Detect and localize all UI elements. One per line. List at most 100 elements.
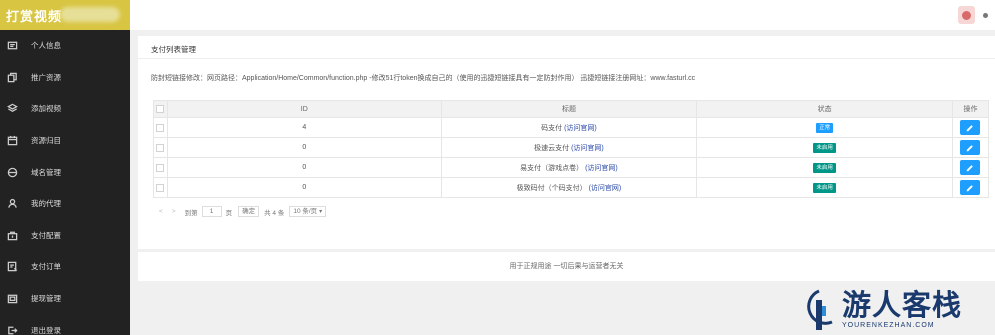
next-page-button[interactable]: > — [172, 208, 176, 215]
copy-icon — [6, 71, 18, 83]
sidebar-item[interactable]: 退出登录 — [0, 314, 130, 335]
per-page-select[interactable]: 10 条/页 ▾ — [289, 206, 327, 217]
row-status: 正常 — [696, 117, 953, 138]
official-site-link[interactable]: (访问官网) — [571, 145, 604, 152]
official-site-link[interactable]: (访问官网) — [564, 125, 597, 132]
sidebar-item-label: 提现管理 — [31, 294, 61, 304]
sidebar-item-label: 个人信息 — [31, 41, 61, 51]
table-row: 0 极致码付（个码支付） (访问官网) 未启用 — [153, 177, 990, 198]
row-id: 0 — [166, 137, 442, 158]
sidebar-item-label: 退出登录 — [31, 325, 61, 335]
payment-name: 极速云支付 — [534, 144, 570, 152]
sidebar-item[interactable]: 支付配置 — [0, 220, 130, 252]
total-count: 共 4 条 — [264, 209, 285, 217]
sidebar-item[interactable]: 域名管理 — [0, 156, 130, 188]
edit-button[interactable] — [960, 120, 981, 135]
goto-confirm-button[interactable]: 确定 — [238, 206, 260, 217]
sidebar-item[interactable]: 资源归目 — [0, 125, 130, 157]
id-card-icon — [6, 40, 18, 52]
sidebar-item-label: 域名管理 — [31, 167, 61, 177]
sidebar-item[interactable]: 个人信息 — [0, 30, 130, 62]
prev-page-button[interactable]: < — [159, 208, 163, 215]
row-checkbox[interactable] — [153, 117, 168, 138]
pencil-icon — [967, 164, 974, 171]
sidebar-item[interactable]: 支付订单 — [0, 251, 130, 283]
sidebar-item-label: 我的代理 — [31, 199, 61, 209]
globe-icon — [6, 166, 18, 178]
official-site-link[interactable]: (访问官网) — [585, 165, 618, 172]
row-id: 4 — [166, 117, 442, 138]
row-checkbox[interactable] — [153, 177, 168, 198]
sidebar-menu: 个人信息推广资源添加视频资源归目域名管理我的代理支付配置支付订单提现管理退出登录 — [0, 30, 130, 335]
layers-icon — [6, 103, 18, 115]
row-actions — [951, 177, 990, 198]
user-icon — [6, 198, 18, 210]
column-header-status[interactable]: 状态 — [696, 100, 953, 118]
avatar[interactable] — [958, 6, 975, 24]
payment-table: ID 标题 状态 操作 4 码支付 (访问官网) 正常 0 极速云支付 (访问官网) 未启… — [153, 100, 990, 198]
status-badge[interactable]: 正常 — [816, 122, 834, 133]
row-checkbox[interactable] — [153, 137, 168, 158]
watermark-title: 游人客栈 — [842, 290, 963, 322]
payment-name: 易支付（游戏点卷） — [520, 164, 584, 172]
user-menu-caret-icon[interactable] — [983, 13, 988, 18]
row-status: 未启用 — [696, 137, 953, 158]
status-badge[interactable]: 未启用 — [813, 142, 836, 153]
row-status: 未启用 — [696, 177, 953, 198]
official-site-link[interactable]: (访问官网) — [589, 185, 622, 192]
column-header-actions: 操作 — [951, 100, 990, 118]
row-actions — [951, 117, 990, 138]
status-badge[interactable]: 未启用 — [813, 162, 836, 173]
payment-list-panel: 支付列表管理 防封短链接修改：网页路径：Application/Home/Com… — [138, 36, 995, 249]
table-header-row: ID 标题 状态 操作 — [153, 100, 990, 118]
brand-title: 打赏视频 — [6, 8, 63, 24]
sidebar-item[interactable]: 我的代理 — [0, 188, 130, 220]
sidebar-item[interactable]: 提现管理 — [0, 283, 130, 315]
panel-divider — [138, 58, 995, 59]
brand-header[interactable]: 打赏视频 — [0, 0, 130, 30]
page-unit-label: 页 — [225, 209, 233, 217]
goto-label: 到第 — [184, 209, 198, 217]
sidebar-item[interactable]: 推广资源 — [0, 62, 130, 94]
table-row: 0 易支付（游戏点卷） (访问官网) 未启用 — [153, 157, 990, 178]
column-header-id[interactable]: ID — [166, 100, 442, 118]
sidebar-item-label: 推广资源 — [31, 72, 61, 82]
site-watermark: 游人客栈 YOURENKEZHAN.COM — [802, 284, 995, 335]
watermark-logo-icon — [807, 289, 833, 330]
edit-button[interactable] — [960, 140, 981, 155]
shortlink-notice: 防封短链接修改：网页路径：Application/Home/Common/fun… — [151, 75, 696, 82]
row-title: 码支付 (访问官网) — [440, 117, 698, 138]
watermark-domain: YOURENKEZHAN.COM — [842, 322, 935, 329]
brand-redaction — [60, 7, 120, 22]
top-header — [130, 0, 995, 30]
row-title: 极速云支付 (访问官网) — [440, 137, 698, 158]
table-row: 0 极速云支付 (访问官网) 未启用 — [153, 137, 990, 158]
payment-name: 码支付 — [541, 124, 563, 132]
row-actions — [951, 157, 990, 178]
select-all-checkbox[interactable] — [153, 100, 168, 118]
row-title: 易支付（游戏点卷） (访问官网) — [440, 157, 698, 178]
wallet-icon — [6, 293, 18, 305]
order-icon — [6, 261, 18, 273]
row-id: 0 — [166, 177, 442, 198]
logout-icon — [6, 324, 18, 335]
sidebar: 打赏视频 个人信息推广资源添加视频资源归目域名管理我的代理支付配置支付订单提现管… — [0, 0, 130, 335]
sidebar-item-label: 资源归目 — [31, 136, 61, 146]
status-badge[interactable]: 未启用 — [813, 182, 836, 193]
column-header-title[interactable]: 标题 — [440, 100, 698, 118]
footer-disclaimer: 用于正规用途 一切后果与运营者无关 — [138, 252, 995, 281]
sidebar-item-label: 支付订单 — [31, 262, 61, 272]
sidebar-item[interactable]: 添加视频 — [0, 93, 130, 125]
payment-name: 极致码付（个码支付） — [516, 184, 587, 192]
table-row: 4 码支付 (访问官网) 正常 — [153, 117, 990, 138]
sidebar-item-label: 支付配置 — [31, 230, 61, 240]
panel-title: 支付列表管理 — [151, 45, 196, 54]
page-number-input[interactable]: 1 — [201, 206, 222, 217]
edit-button[interactable] — [960, 160, 981, 175]
edit-button[interactable] — [960, 180, 981, 195]
row-status: 未启用 — [696, 157, 953, 178]
row-checkbox[interactable] — [153, 157, 168, 178]
chevron-down-icon: ▾ — [319, 209, 323, 215]
per-page-value: 10 条/页 — [293, 208, 318, 215]
row-actions — [951, 137, 990, 158]
